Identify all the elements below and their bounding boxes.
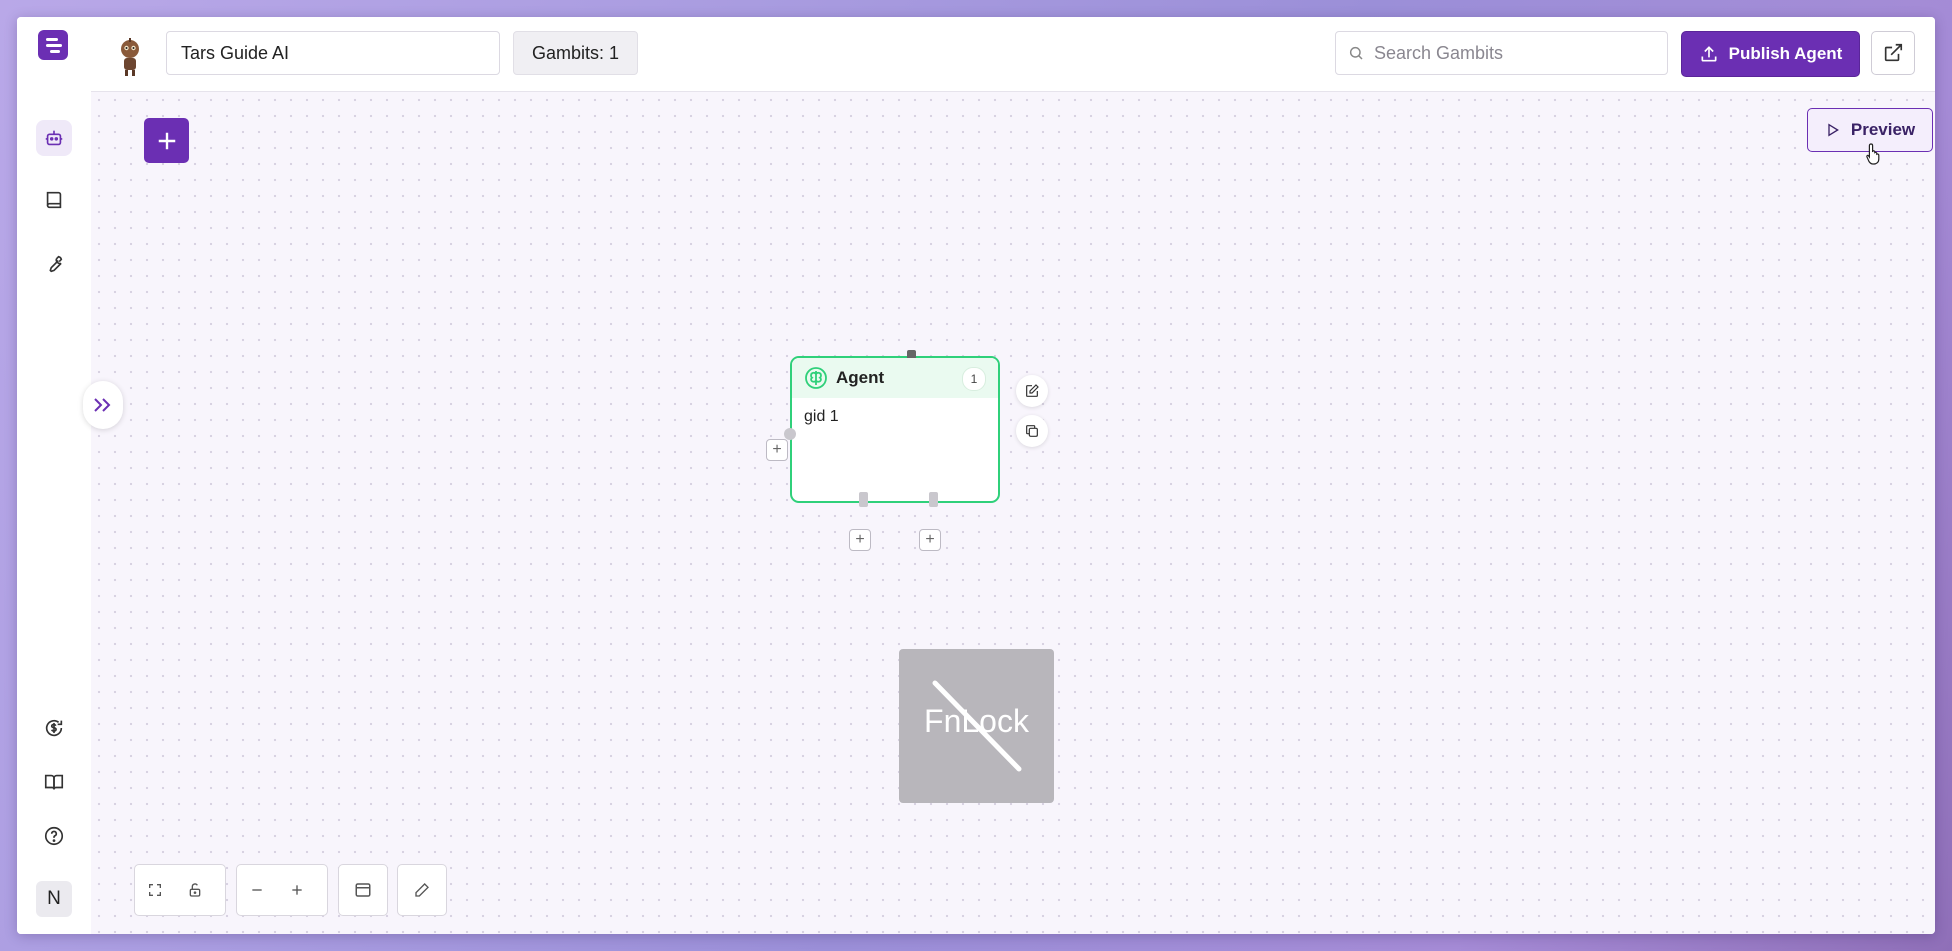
- copy-icon: [1026, 425, 1038, 437]
- node-bottom-handle-left[interactable]: [859, 492, 868, 507]
- zoom-in-button[interactable]: [277, 865, 317, 915]
- help-icon: [44, 826, 64, 846]
- zoom-out-button[interactable]: [237, 865, 277, 915]
- robot-icon: [45, 130, 63, 146]
- slash-icon: [932, 680, 1022, 772]
- fit-view-button[interactable]: [135, 865, 175, 915]
- node-body: gid 1: [792, 398, 998, 436]
- book-icon: [46, 191, 62, 209]
- add-input-plus[interactable]: +: [766, 439, 788, 461]
- open-external-button[interactable]: [1871, 31, 1915, 75]
- plus-icon: [292, 885, 302, 895]
- hand-cursor-icon: [1866, 143, 1880, 165]
- sidebar-item-billing[interactable]: [36, 710, 72, 746]
- add-child-plus-left[interactable]: +: [849, 529, 871, 551]
- app-logo[interactable]: [38, 30, 68, 60]
- wrench-icon: [49, 255, 63, 273]
- plus-icon: [158, 132, 175, 149]
- sidebar: N: [17, 17, 92, 934]
- billing-icon: [45, 719, 63, 737]
- docs-icon: [44, 774, 64, 790]
- top-bar: Gambits: 1 Publish Agent: [91, 17, 1935, 92]
- double-chevron-right-icon: [94, 398, 111, 412]
- add-node-button[interactable]: [144, 118, 189, 163]
- layout-button[interactable]: [339, 865, 387, 915]
- node-title: Agent: [836, 368, 885, 387]
- sidebar-item-agents[interactable]: [36, 120, 72, 156]
- duplicate-node-button[interactable]: [1016, 415, 1048, 447]
- unlock-icon: [189, 883, 201, 897]
- sidebar-item-tools[interactable]: [36, 246, 72, 282]
- upload-icon: [1701, 46, 1717, 62]
- draw-control: [397, 864, 447, 916]
- edit-node-button[interactable]: [1016, 375, 1048, 407]
- node-bottom-handle-right[interactable]: [929, 492, 938, 507]
- user-initial: N: [47, 888, 61, 909]
- agent-node[interactable]: Agent 1 gid 1: [784, 350, 1000, 507]
- node-body-text: gid 1: [804, 408, 839, 425]
- lock-toggle-button[interactable]: [175, 865, 215, 915]
- gambits-count-badge: Gambits: 1: [513, 31, 639, 75]
- node-input-port[interactable]: [784, 428, 796, 440]
- agent-name-input[interactable]: [166, 31, 500, 75]
- sidebar-item-help[interactable]: [36, 818, 72, 854]
- layout-control: [338, 864, 388, 916]
- search-gambits[interactable]: [1335, 31, 1668, 75]
- pencil-icon: [415, 883, 429, 897]
- panel-icon: [355, 883, 371, 897]
- add-child-plus-right[interactable]: +: [919, 529, 941, 551]
- flow-canvas[interactable]: Preview +: [83, 92, 1935, 934]
- node-count-value: 1: [970, 372, 978, 386]
- search-icon: [1349, 46, 1363, 60]
- node-count-badge: 1: [962, 367, 986, 391]
- brain-icon: [805, 367, 827, 389]
- edit-icon: [1026, 384, 1039, 397]
- app-window: N Gambits: 1 Publish Agent: [17, 17, 1935, 934]
- minus-icon: [252, 889, 262, 891]
- sidebar-item-docs[interactable]: [36, 764, 72, 800]
- view-controls: [134, 864, 226, 916]
- zoom-controls: [236, 864, 328, 916]
- publish-agent-button[interactable]: Publish Agent: [1681, 31, 1860, 77]
- agent-avatar[interactable]: [115, 37, 145, 77]
- search-input[interactable]: [1372, 41, 1656, 65]
- expand-panel-button[interactable]: [83, 381, 123, 429]
- sidebar-item-knowledge[interactable]: [36, 182, 72, 218]
- user-avatar[interactable]: N: [36, 881, 72, 917]
- preview-label: Preview: [1850, 120, 1916, 139]
- fnlock-osd: FnLock: [899, 649, 1054, 803]
- draw-button[interactable]: [398, 865, 446, 915]
- node-header: Agent 1: [792, 358, 998, 398]
- fit-view-icon: [149, 884, 161, 896]
- publish-agent-label: Publish Agent: [1728, 44, 1843, 63]
- gambits-count-label: Gambits: 1: [532, 42, 620, 63]
- play-icon: [1828, 123, 1839, 137]
- external-link-icon: [1884, 43, 1903, 62]
